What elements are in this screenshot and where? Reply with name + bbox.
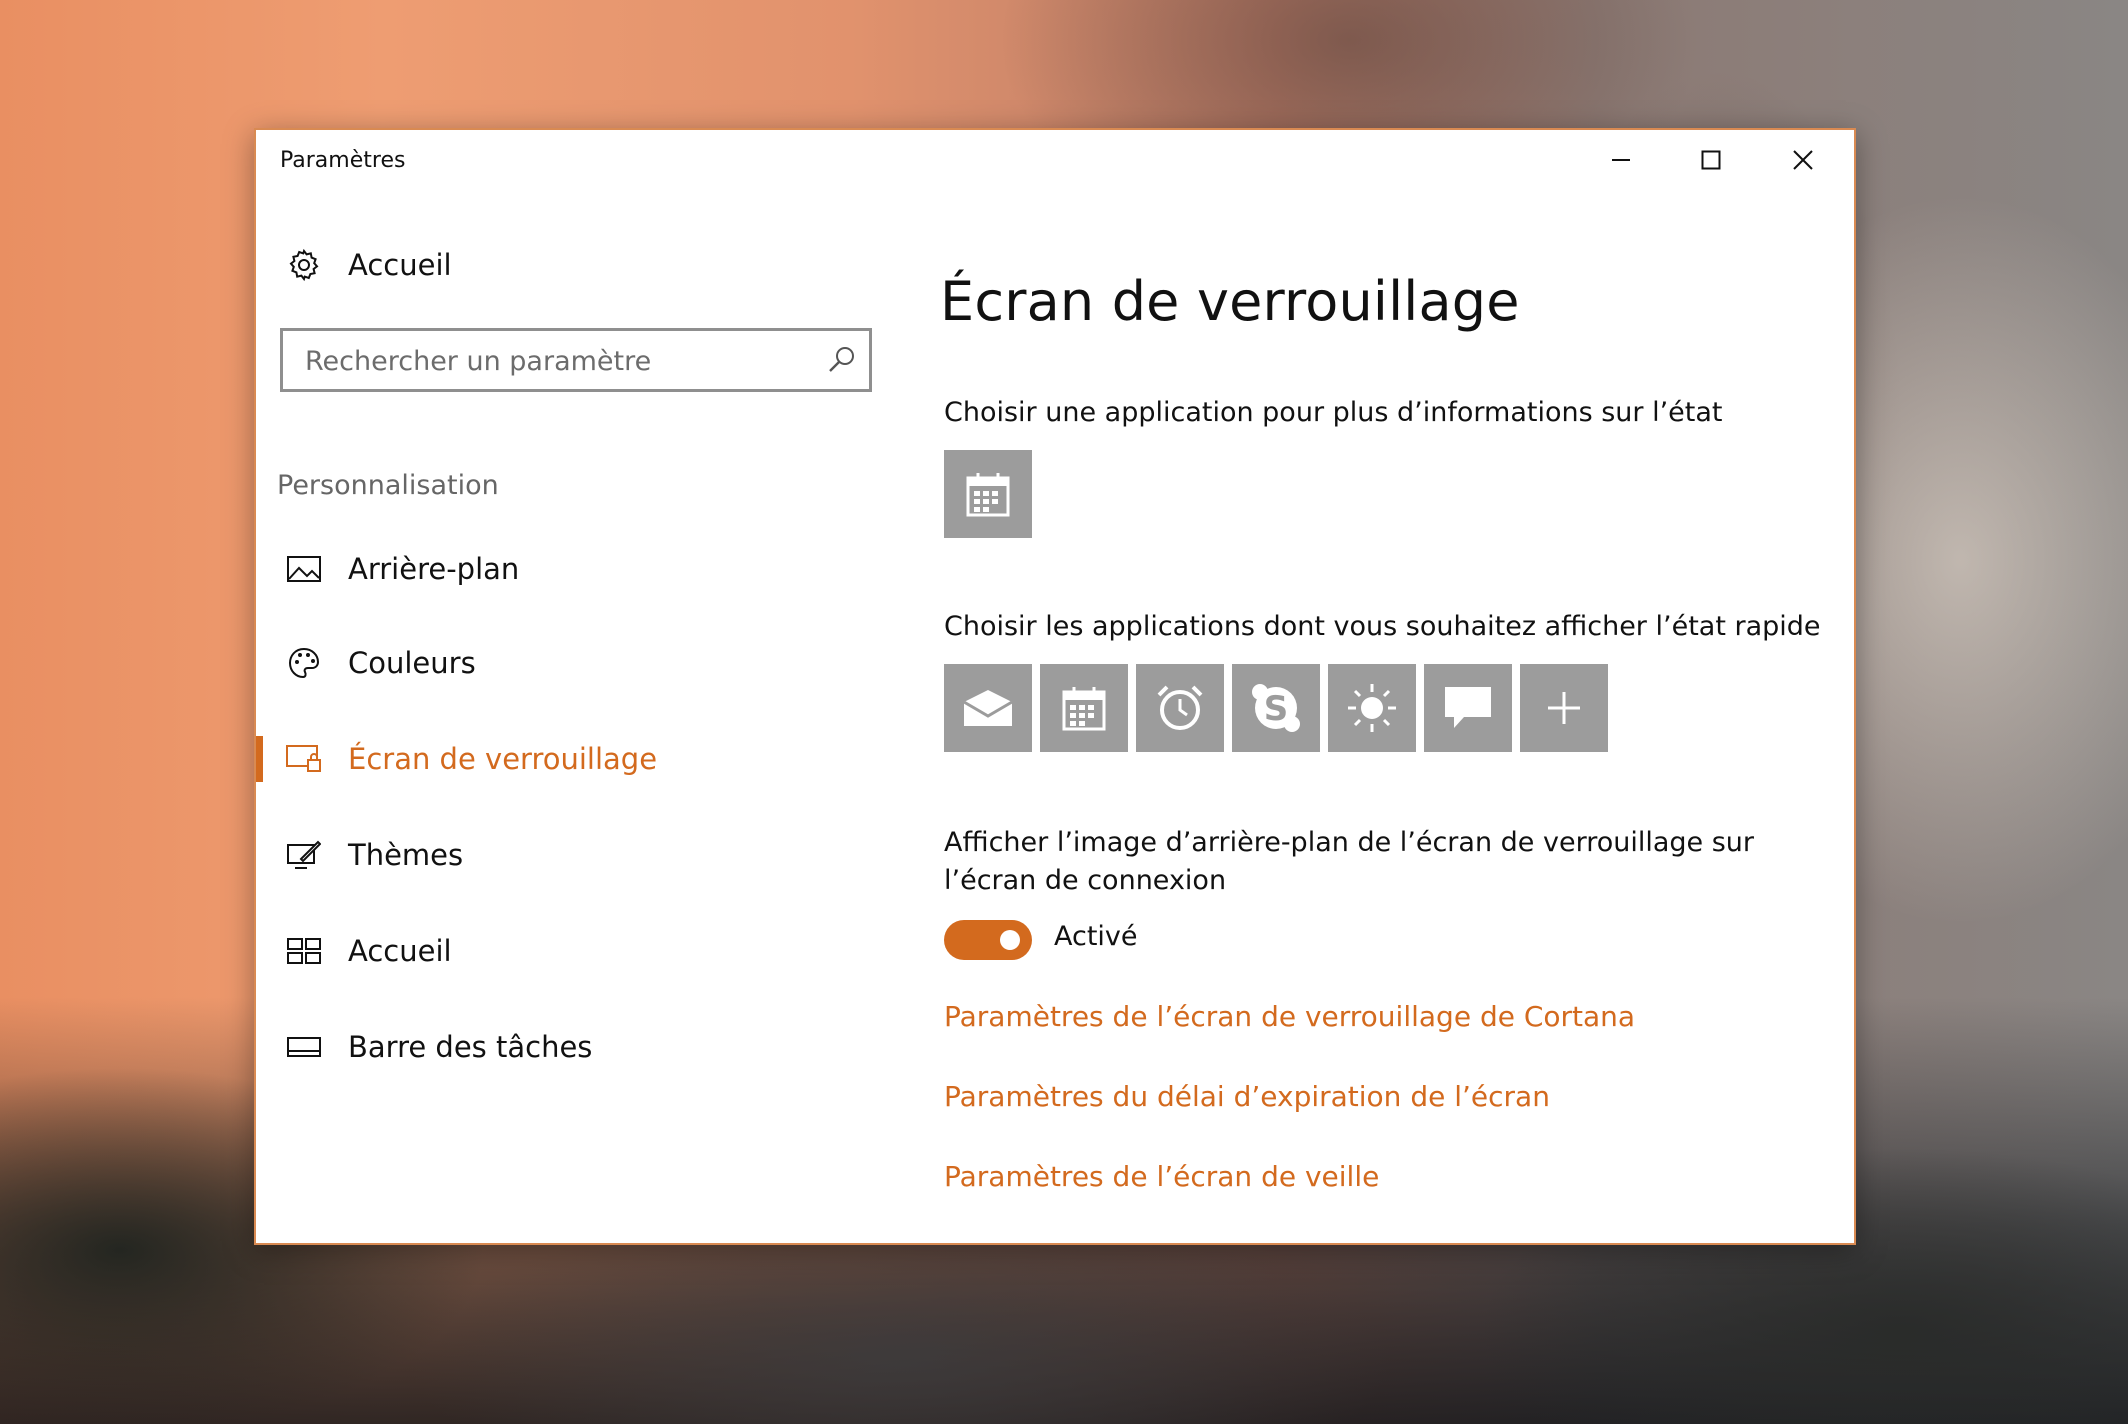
detailed-status-app-tile[interactable]: [944, 450, 1032, 538]
sidebar-item-themes[interactable]: Thèmes: [256, 822, 876, 888]
alarm-icon: [1157, 685, 1203, 730]
quick-status-weather-tile[interactable]: [1328, 664, 1416, 752]
quick-status-message-tile[interactable]: [1424, 664, 1512, 752]
quick-status-calendar-tile[interactable]: [1040, 664, 1128, 752]
taskbar-icon: [286, 1029, 322, 1065]
toggle-state-label: Activé: [1054, 921, 1138, 952]
start-icon: [286, 933, 322, 969]
settings-window: Paramètres Accueil Personnalisation: [254, 128, 1856, 1245]
close-button[interactable]: [1758, 130, 1848, 190]
sidebar-item-label: Thèmes: [348, 838, 464, 872]
title-bar[interactable]: Paramètres: [256, 130, 1854, 190]
sidebar-home[interactable]: Accueil: [256, 232, 876, 298]
svg-text:S: S: [1264, 689, 1289, 729]
screen-timeout-settings-link[interactable]: Paramètres du délai d’expiration de l’éc…: [944, 1080, 1550, 1113]
quick-status-label: Choisir les applications dont vous souha…: [944, 611, 1821, 642]
sidebar-item-start[interactable]: Accueil: [256, 918, 876, 984]
sidebar-item-lock-screen[interactable]: Écran de verrouillage: [256, 726, 876, 792]
lock-screen-icon: [286, 741, 322, 777]
weather-icon: [1348, 684, 1396, 732]
sidebar-home-label: Accueil: [348, 248, 452, 282]
page-title: Écran de verrouillage: [940, 270, 1520, 334]
calendar-icon: [966, 473, 1010, 517]
minimize-button[interactable]: [1576, 130, 1666, 190]
signin-background-toggle[interactable]: [944, 920, 1032, 960]
sidebar-item-label: Couleurs: [348, 646, 476, 680]
section-title: Personnalisation: [277, 470, 499, 501]
sidebar-item-label: Arrière-plan: [348, 552, 520, 586]
themes-icon: [286, 837, 322, 873]
mail-icon: [963, 690, 1013, 726]
gear-icon: [286, 247, 322, 283]
skype-icon: S: [1252, 684, 1300, 732]
sidebar-item-label: Barre des tâches: [348, 1030, 593, 1064]
quick-status-skype-tile[interactable]: S: [1232, 664, 1320, 752]
toggle-knob: [1000, 930, 1020, 950]
sidebar-item-label: Écran de verrouillage: [348, 742, 658, 776]
detailed-status-label: Choisir une application pour plus d’info…: [944, 397, 1723, 428]
picture-icon: [286, 551, 322, 587]
maximize-button[interactable]: [1666, 130, 1756, 190]
quick-status-alarm-tile[interactable]: [1136, 664, 1224, 752]
sidebar-item-colors[interactable]: Couleurs: [256, 630, 876, 696]
message-icon: [1445, 687, 1491, 728]
window-title: Paramètres: [280, 148, 406, 173]
signin-background-label: Afficher l’image d’arrière-plan de l’écr…: [944, 827, 1754, 896]
screen-saver-settings-link[interactable]: Paramètres de l’écran de veille: [944, 1160, 1379, 1193]
cortana-lock-screen-settings-link[interactable]: Paramètres de l’écran de verrouillage de…: [944, 1000, 1635, 1033]
search-input[interactable]: [303, 337, 807, 385]
search-box[interactable]: [280, 328, 872, 392]
sidebar-item-taskbar[interactable]: Barre des tâches: [256, 1014, 876, 1080]
close-icon: [1793, 150, 1813, 170]
sidebar-item-label: Accueil: [348, 934, 452, 968]
search-icon[interactable]: [827, 345, 857, 379]
minimize-icon: [1612, 159, 1630, 161]
quick-status-mail-tile[interactable]: [944, 664, 1032, 752]
sidebar-item-background[interactable]: Arrière-plan: [256, 536, 876, 602]
calendar-icon: [1062, 687, 1106, 731]
add-icon: [1548, 692, 1580, 724]
palette-icon: [286, 645, 322, 681]
maximize-icon: [1701, 150, 1721, 170]
quick-status-add-tile[interactable]: [1520, 664, 1608, 752]
active-indicator: [256, 736, 263, 782]
